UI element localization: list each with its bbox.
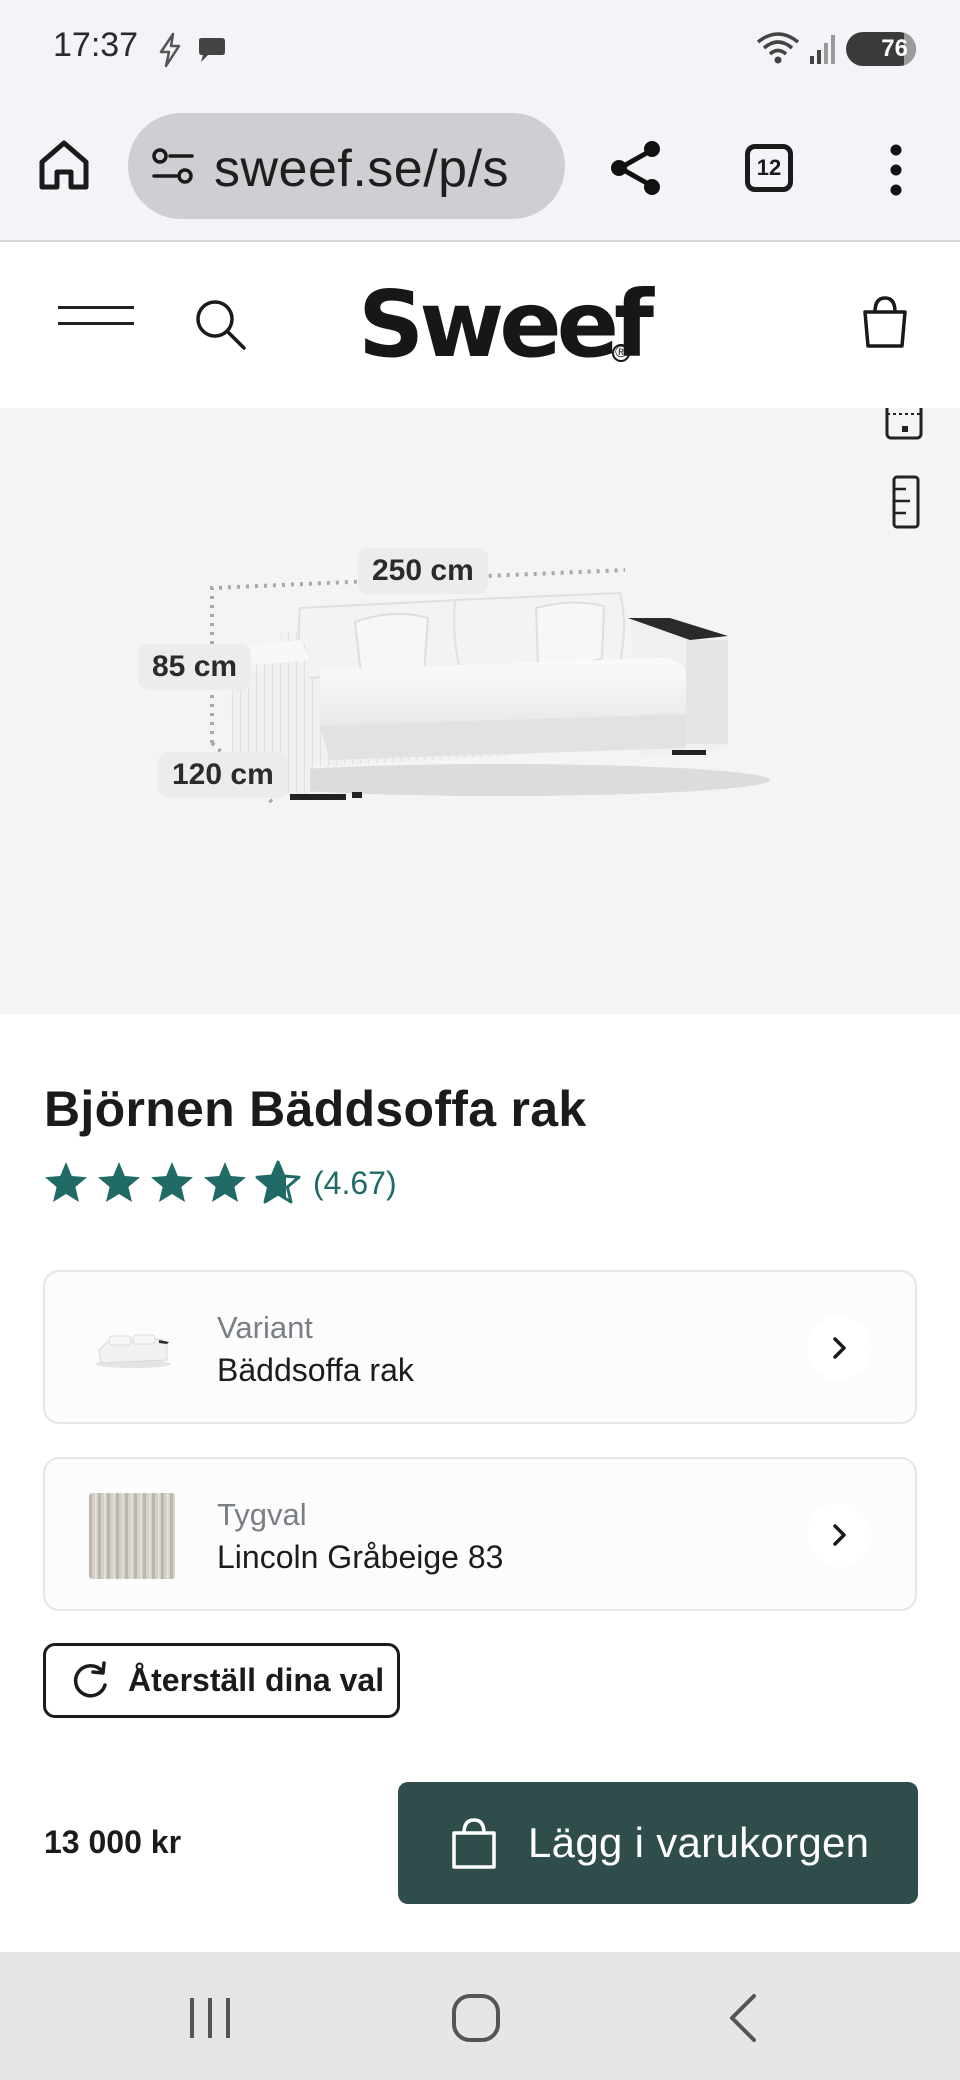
- chat-bubble-icon: [199, 38, 225, 62]
- more-vertical-icon[interactable]: [880, 140, 912, 200]
- wifi-icon: [756, 32, 800, 64]
- shopping-bag-icon: [452, 1818, 496, 1869]
- browser-toolbar: sweef.se/p/s 12: [0, 100, 960, 242]
- dimension-width: 250 cm: [358, 548, 488, 594]
- add-to-cart-label: Lägg i varukorgen: [528, 1819, 870, 1866]
- variant-label: Variant: [217, 1310, 313, 1345]
- rating-value: (4.67): [313, 1164, 397, 1201]
- product-price: 13 000 kr: [44, 1824, 182, 1860]
- flash-icon: [159, 32, 181, 68]
- tab-count: 12: [756, 155, 782, 180]
- partial-star-icon: [255, 1160, 301, 1204]
- star-icon: [98, 1162, 140, 1202]
- status-bar: 17:37 76: [0, 0, 960, 100]
- dimension-height: 85 cm: [138, 644, 252, 690]
- address-bar[interactable]: sweef.se/p/s: [128, 113, 565, 219]
- url-text: sweef.se/p/s: [214, 140, 510, 198]
- variant-thumbnail: [95, 1334, 171, 1368]
- variant-value: Bäddsoffa rak: [217, 1352, 414, 1388]
- battery-icon: 76: [846, 32, 916, 66]
- tabs-icon[interactable]: 12: [745, 144, 793, 192]
- system-navigation-bar: [0, 1952, 960, 2080]
- home-circle-icon[interactable]: [446, 1988, 506, 2048]
- shopping-bag-icon[interactable]: [860, 292, 910, 352]
- search-icon[interactable]: [190, 294, 250, 354]
- star-icon: [151, 1162, 193, 1202]
- sofa-illustration: [210, 568, 770, 807]
- site-header: Sweef ®: [0, 244, 960, 408]
- home-icon[interactable]: [34, 135, 94, 195]
- back-icon[interactable]: [716, 1988, 776, 2048]
- battery-level: 76: [881, 35, 908, 62]
- signal-icon: [810, 35, 835, 64]
- reset-selections-button[interactable]: Återställ dina val: [43, 1643, 400, 1718]
- star-icon: [204, 1162, 246, 1202]
- registered-mark: ®: [612, 344, 630, 362]
- reset-label: Återställ dina val: [128, 1662, 385, 1698]
- status-time: 17:37: [53, 26, 139, 64]
- product-image[interactable]: 250 cm 85 cm 120 cm: [0, 408, 960, 1014]
- fabric-label: Tygval: [217, 1497, 307, 1532]
- menu-icon[interactable]: [58, 306, 134, 342]
- recent-apps-icon[interactable]: [180, 1988, 240, 2048]
- variant-selector[interactable]: Variant Bäddsoffa rak: [43, 1270, 917, 1424]
- chevron-right-icon[interactable]: [807, 1316, 871, 1380]
- fabric-selector[interactable]: Tygval Lincoln Gråbeige 83: [43, 1457, 917, 1611]
- chevron-right-icon[interactable]: [807, 1503, 871, 1567]
- fabric-swatch: [89, 1493, 175, 1579]
- logo-text: Sweef: [358, 271, 654, 378]
- site-settings-icon[interactable]: [150, 143, 196, 189]
- share-icon[interactable]: [604, 136, 668, 200]
- fabric-value: Lincoln Gråbeige 83: [217, 1539, 504, 1575]
- sweef-logo[interactable]: Sweef ®: [358, 270, 654, 380]
- star-icon: [45, 1162, 87, 1202]
- refresh-icon: [73, 1660, 107, 1698]
- dimension-depth: 120 cm: [158, 752, 288, 798]
- product-title: Björnen Bäddsoffa rak: [44, 1081, 587, 1137]
- product-rating[interactable]: (4.67): [42, 1158, 397, 1208]
- add-to-cart-button[interactable]: Lägg i varukorgen: [398, 1782, 918, 1904]
